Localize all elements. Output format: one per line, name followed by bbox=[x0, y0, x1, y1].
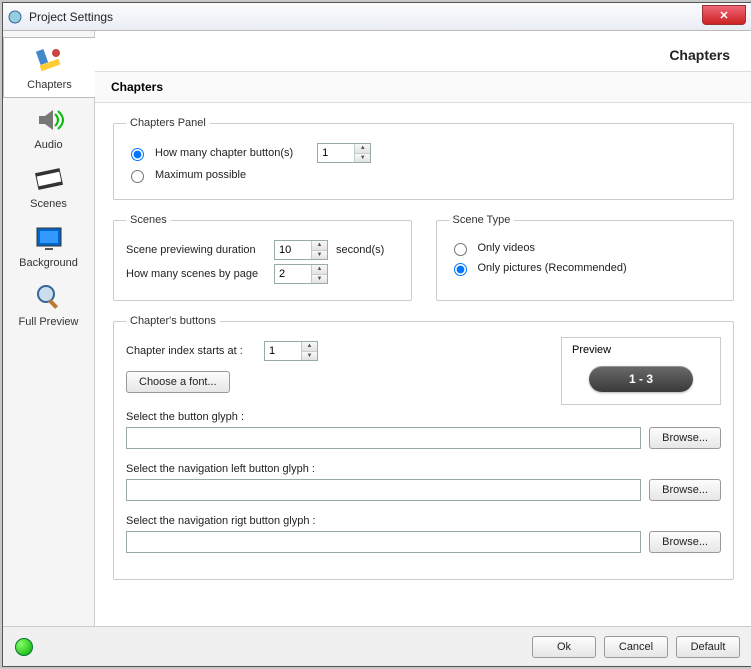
app-icon bbox=[7, 9, 23, 25]
scenes-bypage-input[interactable] bbox=[275, 265, 311, 283]
scene-type-legend: Scene Type bbox=[449, 214, 515, 226]
spin-down-icon[interactable]: ▼ bbox=[355, 154, 370, 163]
nav-left-glyph-label: Select the navigation left button glyph … bbox=[126, 463, 721, 475]
nav-right-glyph-label: Select the navigation rigt button glyph … bbox=[126, 515, 721, 527]
chapters-panel-group: Chapters Panel How many chapter button(s… bbox=[113, 117, 734, 200]
project-settings-window: Project Settings ✕ Chapters Audio bbox=[2, 2, 751, 667]
scenes-group: Scenes Scene previewing duration ▲▼ seco… bbox=[113, 214, 412, 301]
close-button[interactable]: ✕ bbox=[702, 5, 746, 25]
footer: Ok Cancel Default bbox=[3, 626, 751, 666]
chapter-buttons-group: Chapter's buttons Chapter index starts a… bbox=[113, 315, 734, 580]
preview-duration-input[interactable] bbox=[275, 241, 311, 259]
ok-button[interactable]: Ok bbox=[532, 636, 596, 658]
index-start-label: Chapter index starts at : bbox=[126, 345, 256, 357]
only-videos-radio[interactable] bbox=[454, 243, 467, 256]
window-title: Project Settings bbox=[29, 10, 113, 24]
cancel-button[interactable]: Cancel bbox=[604, 636, 668, 658]
index-start-spinner[interactable]: ▲▼ bbox=[264, 341, 318, 361]
spin-up-icon[interactable]: ▲ bbox=[355, 144, 370, 154]
button-glyph-label: Select the button glyph : bbox=[126, 411, 721, 423]
nav-left-glyph-browse[interactable]: Browse... bbox=[649, 479, 721, 501]
howmany-spinner[interactable]: ▲▼ bbox=[317, 143, 371, 163]
status-icon[interactable] bbox=[15, 638, 33, 656]
sidebar-item-label: Full Preview bbox=[19, 316, 79, 328]
sidebar-item-scenes[interactable]: Scenes bbox=[3, 157, 94, 216]
howmany-radio[interactable] bbox=[131, 148, 144, 161]
spin-down-icon[interactable]: ▼ bbox=[312, 251, 327, 260]
background-icon bbox=[33, 222, 65, 254]
close-icon: ✕ bbox=[719, 9, 728, 22]
sidebar-item-label: Scenes bbox=[30, 198, 67, 210]
chapter-buttons-legend: Chapter's buttons bbox=[126, 315, 220, 327]
main-panel: Chapters Chapters Chapters Panel How man… bbox=[95, 31, 751, 626]
scenes-bypage-spinner[interactable]: ▲▼ bbox=[274, 264, 328, 284]
spin-up-icon[interactable]: ▲ bbox=[312, 241, 327, 251]
default-button[interactable]: Default bbox=[676, 636, 740, 658]
scenes-icon bbox=[33, 163, 65, 195]
button-glyph-browse[interactable]: Browse... bbox=[649, 427, 721, 449]
scene-type-group: Scene Type Only videos Only pictures (Re… bbox=[436, 214, 735, 301]
nav-right-glyph-browse[interactable]: Browse... bbox=[649, 531, 721, 553]
spin-down-icon[interactable]: ▼ bbox=[302, 352, 317, 361]
preview-duration-label: Scene previewing duration bbox=[126, 244, 266, 256]
index-start-input[interactable] bbox=[265, 342, 301, 360]
page-title: Chapters bbox=[95, 31, 751, 71]
howmany-label: How many chapter button(s) bbox=[155, 147, 293, 159]
sidebar: Chapters Audio Scenes Background bbox=[3, 31, 95, 626]
chapters-icon bbox=[34, 44, 66, 76]
sidebar-item-label: Audio bbox=[34, 139, 62, 151]
choose-font-button[interactable]: Choose a font... bbox=[126, 371, 230, 393]
sidebar-item-background[interactable]: Background bbox=[3, 216, 94, 275]
howmany-input[interactable] bbox=[318, 144, 354, 162]
preview-duration-spinner[interactable]: ▲▼ bbox=[274, 240, 328, 260]
scenes-bypage-label: How many scenes by page bbox=[126, 268, 266, 280]
nav-right-glyph-input[interactable] bbox=[126, 531, 641, 553]
spin-up-icon[interactable]: ▲ bbox=[302, 342, 317, 352]
audio-icon bbox=[33, 104, 65, 136]
section-title: Chapters bbox=[95, 71, 751, 103]
maximum-radio[interactable] bbox=[131, 170, 144, 183]
preview-label: Preview bbox=[572, 344, 710, 356]
spin-up-icon[interactable]: ▲ bbox=[312, 265, 327, 275]
only-pictures-label: Only pictures (Recommended) bbox=[478, 262, 627, 274]
chapters-panel-legend: Chapters Panel bbox=[126, 117, 210, 129]
spin-down-icon[interactable]: ▼ bbox=[312, 275, 327, 284]
preview-box: Preview 1 - 3 bbox=[561, 337, 721, 405]
full-preview-icon bbox=[33, 281, 65, 313]
sidebar-item-audio[interactable]: Audio bbox=[3, 98, 94, 157]
sidebar-item-full-preview[interactable]: Full Preview bbox=[3, 275, 94, 334]
seconds-label: second(s) bbox=[336, 244, 384, 256]
sidebar-item-label: Background bbox=[19, 257, 78, 269]
nav-left-glyph-input[interactable] bbox=[126, 479, 641, 501]
only-videos-label: Only videos bbox=[478, 242, 535, 254]
sidebar-item-label: Chapters bbox=[27, 79, 72, 91]
sidebar-item-chapters[interactable]: Chapters bbox=[3, 37, 95, 98]
maximum-label: Maximum possible bbox=[155, 169, 246, 181]
preview-pill: 1 - 3 bbox=[589, 366, 693, 392]
button-glyph-input[interactable] bbox=[126, 427, 641, 449]
scenes-legend: Scenes bbox=[126, 214, 171, 226]
titlebar: Project Settings ✕ bbox=[3, 3, 751, 31]
only-pictures-radio[interactable] bbox=[454, 263, 467, 276]
